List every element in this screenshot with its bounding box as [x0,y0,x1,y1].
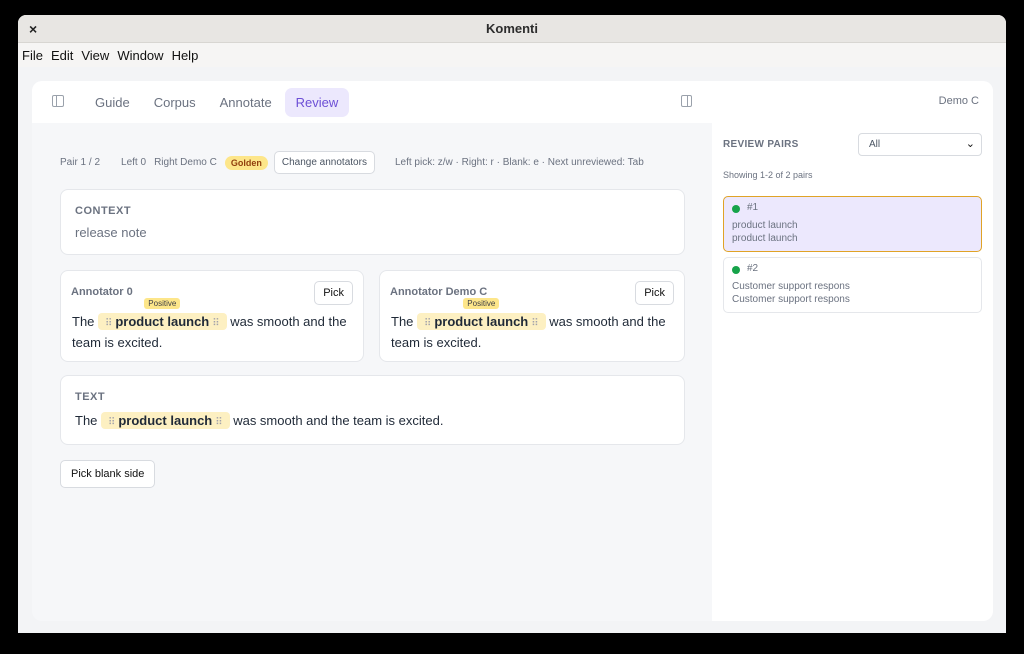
filter-value: All [869,139,881,150]
menu-view[interactable]: View [81,48,109,63]
annotator-left-sentence: The Positive ⠿ product launch ⠿ was smooth… [72,298,357,352]
menu-edit[interactable]: Edit [51,48,73,63]
span-text: product launch [118,413,213,428]
pair-left-text: product launch [732,220,798,231]
pair-counter: Pair 1 / 2 [60,157,101,168]
pair-number: #2 [747,263,759,274]
pair-left-text: Customer support respons [732,281,850,292]
drag-handle-icon[interactable]: ⠿ [424,318,431,329]
window-title: Komenti [486,21,538,36]
sentence-suffix: was smooth and the team is excited. [233,413,444,428]
span-text: product launch [115,314,210,329]
context-card: CONTEXT release note [60,189,685,255]
span-text: product launch [434,314,529,329]
pair-count: Showing 1-2 of 2 pairs [723,170,813,180]
sentence-prefix: The [72,314,95,329]
pair-info-bar: Pair 1 / 2 Left 0 Right Demo C Golden Ch… [60,151,644,174]
sidebar-toggle-icon[interactable] [52,95,64,107]
context-value: release note [75,225,147,240]
top-nav: Guide Corpus Annotate Review Demo C [32,81,993,123]
status-dot-icon [732,266,740,274]
pair-item-2[interactable]: #2 Customer support respons Customer sup… [723,257,982,313]
drag-handle-icon[interactable]: ⠿ [108,417,115,428]
pair-number: #1 [747,202,759,213]
annotated-span[interactable]: Positive ⠿ product launch ⠿ [417,298,546,333]
pick-right-button[interactable]: Pick [635,281,674,305]
pick-blank-side-button[interactable]: Pick blank side [60,460,156,488]
annotator-left-label: Annotator 0 [71,286,133,298]
annotator-left-card: Annotator 0 Pick The Positive ⠿ product l… [60,270,364,362]
review-pairs-panel: REVIEW PAIRS All ⌄ Showing 1-2 of 2 pair… [712,123,993,621]
menubar: File Edit View Window Help [18,43,1006,67]
text-card: TEXT The ⠿ product launch ⠿ was smooth and… [60,375,685,445]
annotator-right-label: Annotator Demo C [390,286,488,298]
pair-filter-select[interactable]: All ⌄ [858,133,982,156]
drag-handle-icon[interactable]: ⠿ [212,318,219,329]
nav-tabs: Guide Corpus Annotate Review [84,88,351,117]
drag-handle-icon[interactable]: ⠿ [105,318,112,329]
tab-corpus[interactable]: Corpus [143,88,207,117]
pair-right-text: product launch [732,233,798,244]
sentiment-tag: Positive [463,298,500,309]
left-annotator: Left 0 [121,157,147,168]
golden-badge: Golden [224,155,268,170]
drag-handle-icon[interactable]: ⠿ [215,417,222,428]
tab-annotate[interactable]: Annotate [209,88,283,117]
menu-help[interactable]: Help [172,48,199,63]
pair-right-text: Customer support respons [732,294,850,305]
text-label: TEXT [75,391,106,403]
annotated-span[interactable]: Positive ⠿ product launch ⠿ [98,298,227,333]
text-span[interactable]: ⠿ product launch ⠿ [101,412,230,429]
context-label: CONTEXT [75,205,132,217]
sentiment-tag: Positive [144,298,181,309]
app-container: Guide Corpus Annotate Review Demo C Pair… [32,81,993,621]
tab-review[interactable]: Review [284,88,350,117]
titlebar: × Komenti [18,15,1006,43]
pair-item-1[interactable]: #1 product launch product launch [723,196,982,252]
keyboard-shortcuts-hint: Left pick: z/w · Right: r · Blank: e · N… [394,157,644,168]
chevron-down-icon: ⌄ [965,138,975,150]
panel-toggle-icon[interactable] [681,95,692,107]
text-sentence: The ⠿ product launch ⠿ was smooth and the … [75,412,444,429]
review-main: Pair 1 / 2 Left 0 Right Demo C Golden Ch… [32,123,712,621]
menu-file[interactable]: File [22,48,43,63]
pick-left-button[interactable]: Pick [314,281,353,305]
sentence-prefix: The [391,314,414,329]
user-name: Demo C [938,95,979,107]
right-annotator: Right Demo C [154,157,217,168]
annotator-right-sentence: The Positive ⠿ product launch ⠿ was smooth… [391,298,676,352]
annotator-right-card: Annotator Demo C Pick The Positive ⠿ prod… [379,270,685,362]
change-annotators-button[interactable]: Change annotators [273,151,375,174]
review-pairs-title: REVIEW PAIRS [723,139,799,150]
tab-guide[interactable]: Guide [84,88,141,117]
sentence-prefix: The [75,413,98,428]
status-dot-icon [732,205,740,213]
menu-window[interactable]: Window [117,48,163,63]
app-window: × Komenti File Edit View Window Help Gui… [18,15,1006,633]
drag-handle-icon[interactable]: ⠿ [531,318,538,329]
